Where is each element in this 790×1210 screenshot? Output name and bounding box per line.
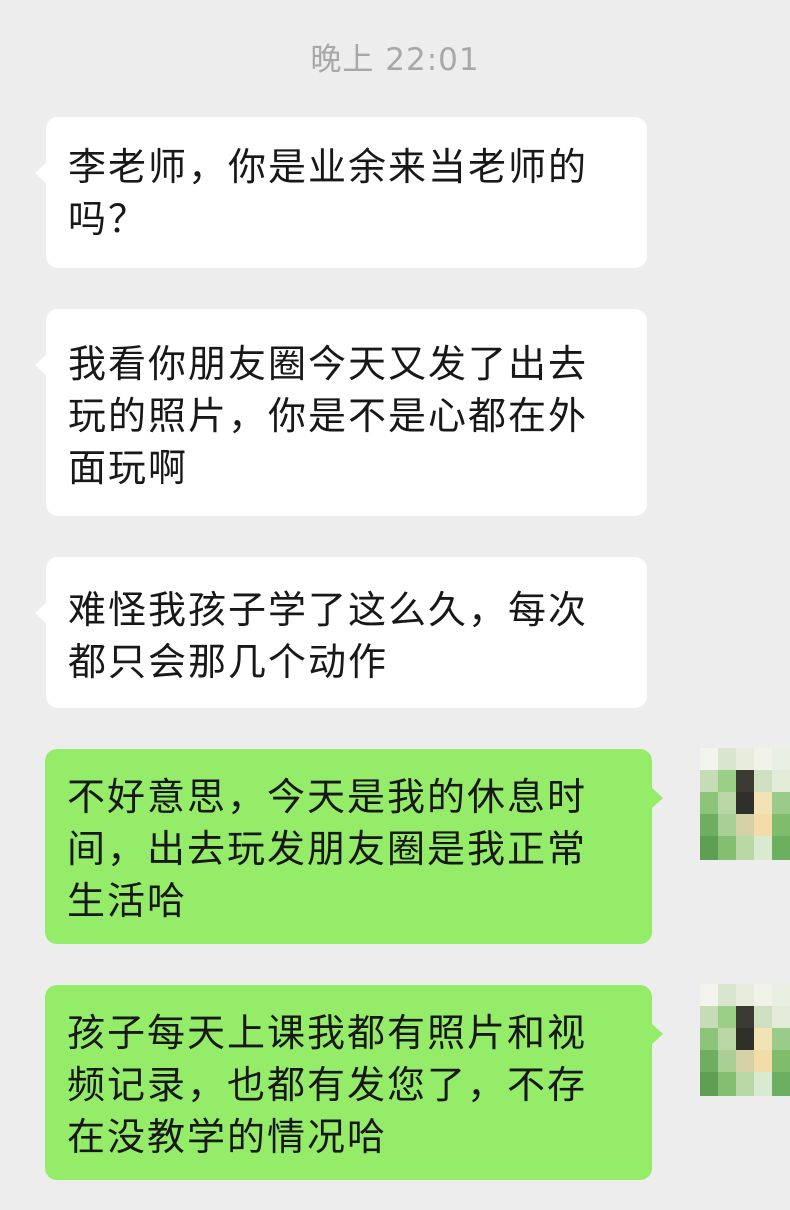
message-timestamp: 晚上 22:01	[310, 42, 480, 78]
pixelated-avatar-icon	[700, 748, 790, 860]
bubble-tail	[651, 787, 663, 809]
outgoing-message-bubble[interactable]: 孩子每天上课我都有照片和视 频记录，也都有发您了，不存 在没教学的情况哈	[45, 985, 663, 1180]
bubble-tail	[35, 162, 47, 184]
incoming-message-bubble[interactable]: 难怪我孩子学了这么久，每次 都只会那几个动作	[35, 557, 647, 708]
message-text-line: 生活哈	[67, 879, 188, 923]
message-text-line: 难怪我孩子学了这么久，每次	[68, 588, 589, 632]
message-text-line: 玩的照片，你是不是心都在外	[68, 394, 589, 438]
message-text-line: 在没教学的情况哈	[67, 1115, 388, 1159]
message-text-line: 不好意思，今天是我的休息时	[67, 775, 588, 819]
outgoing-message-bubble[interactable]: 不好意思，今天是我的休息时 间，出去玩发朋友圈是我正常 生活哈	[45, 749, 663, 944]
chat-area: 晚上 22:01 李老师，你是业余来当老师的 吗？ 我看你朋友圈今天又发了出去 …	[0, 0, 790, 1210]
pixelated-avatar-icon	[700, 984, 790, 1096]
message-text-line: 孩子每天上课我都有照片和视	[67, 1011, 588, 1055]
message-text-line: 吗？	[68, 197, 149, 241]
incoming-message-bubble[interactable]: 李老师，你是业余来当老师的 吗？	[35, 117, 647, 268]
self-avatar[interactable]	[700, 748, 790, 860]
bubble-tail	[35, 602, 47, 624]
incoming-message-bubble[interactable]: 我看你朋友圈今天又发了出去 玩的照片，你是不是心都在外 面玩啊	[35, 309, 647, 516]
message-text-line: 李老师，你是业余来当老师的	[68, 145, 589, 189]
self-avatar[interactable]	[700, 984, 790, 1096]
message-text-line: 我看你朋友圈今天又发了出去	[68, 342, 589, 386]
message-text-line: 面玩啊	[68, 446, 189, 490]
message-text-line: 都只会那几个动作	[68, 640, 389, 684]
message-text-line: 间，出去玩发朋友圈是我正常	[67, 827, 588, 871]
bubble-tail	[651, 1023, 663, 1045]
bubble-tail	[35, 354, 47, 376]
message-text-line: 频记录，也都有发您了，不存	[67, 1063, 588, 1107]
